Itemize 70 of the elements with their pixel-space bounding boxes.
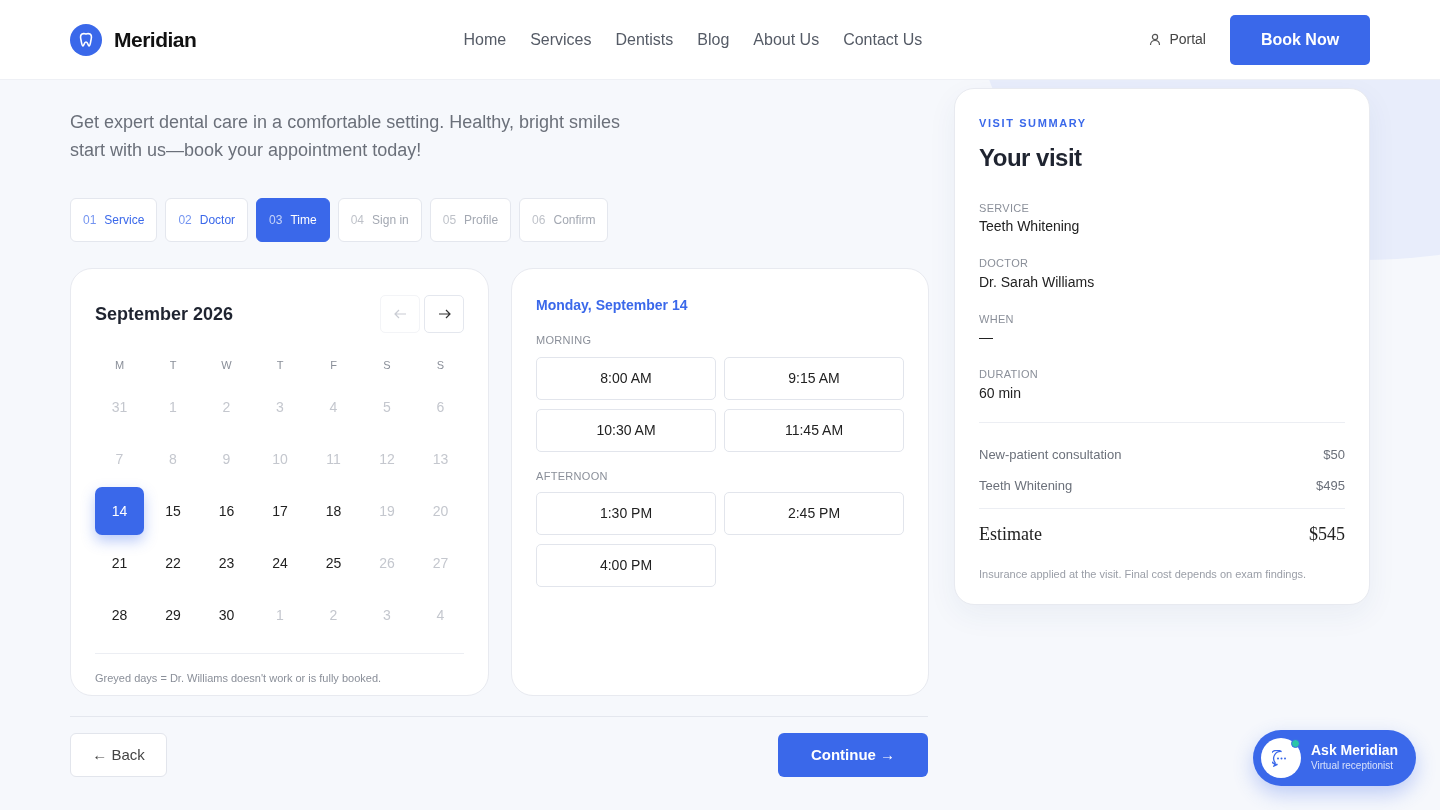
- time-slot-button[interactable]: 10:30 AM: [536, 408, 716, 452]
- time-slot-button[interactable]: 8:00 AM: [536, 356, 716, 400]
- nav-link[interactable]: About Us: [753, 27, 820, 52]
- field-value: Teeth Whitening: [979, 217, 1081, 236]
- time-slot-button[interactable]: 9:15 AM: [724, 356, 904, 400]
- arrow-right-icon: [437, 308, 451, 320]
- time-slot-button[interactable]: 11:45 AM: [724, 408, 904, 452]
- nav-link[interactable]: Blog: [697, 27, 730, 52]
- calendar-day[interactable]: 21: [95, 539, 144, 587]
- field-value: 60 min: [979, 383, 1023, 403]
- summary-title: Your visit: [979, 142, 1083, 173]
- tooth-icon: [77, 30, 95, 49]
- calendar-day[interactable]: 18: [309, 487, 358, 535]
- nav-link[interactable]: Dentists: [615, 27, 674, 52]
- step-tab[interactable]: 01 Service: [70, 198, 158, 242]
- estimate-amount: $545: [1309, 522, 1345, 546]
- summary-note: Insurance applied at the visit. Final cost depends on exam findings.: [979, 566, 1308, 582]
- selected-date: Monday, September 14: [536, 296, 689, 315]
- field-value: —: [979, 328, 994, 347]
- brand-name[interactable]: Meridian: [114, 23, 197, 56]
- line-item-label: New-patient consultation: [979, 445, 1122, 464]
- time-group-label: AFTERNOON: [536, 468, 609, 484]
- weekday-label: M: [113, 358, 126, 373]
- line-item-amount: $495: [1316, 477, 1345, 495]
- month-title: September 2026: [95, 302, 234, 326]
- calendar-day[interactable]: 17: [255, 487, 305, 535]
- chat-widget-button[interactable]: Ask Meridian Virtual receptionist: [1253, 730, 1416, 786]
- arrow-left-icon: [393, 308, 407, 320]
- calendar-day[interactable]: 14: [95, 487, 144, 535]
- calendar-day[interactable]: 28: [95, 591, 144, 639]
- time-slot-button[interactable]: 4:00 PM: [536, 544, 716, 587]
- field-label: DOCTOR: [979, 256, 1030, 271]
- step-tab[interactable]: 03 Time: [256, 198, 330, 242]
- field-value: Dr. Sarah Williams: [979, 272, 1096, 292]
- calendar-day[interactable]: 25: [309, 539, 358, 587]
- field-label: SERVICE: [979, 200, 1031, 216]
- weekday-label: S: [382, 358, 392, 373]
- estimate-label: Estimate: [979, 522, 1042, 546]
- time-group-label: MORNING: [536, 333, 593, 348]
- calendar-day[interactable]: 15: [148, 487, 198, 535]
- weekday-label: T: [168, 358, 178, 373]
- calendar-day[interactable]: 16: [202, 487, 251, 535]
- weekday-label: T: [275, 358, 285, 373]
- time-slot-button[interactable]: 1:30 PM: [536, 492, 716, 535]
- time-slot-button[interactable]: 2:45 PM: [724, 492, 904, 535]
- field-label: DURATION: [979, 367, 1040, 382]
- next-month-button[interactable]: [424, 295, 464, 333]
- summary-eyebrow: VISIT SUMMARY: [979, 116, 1088, 131]
- calendar-day[interactable]: 23: [202, 539, 251, 587]
- step-tab[interactable]: 02 Doctor: [165, 198, 249, 242]
- nav-link[interactable]: Home: [463, 27, 507, 52]
- nav-link[interactable]: Services: [530, 27, 592, 52]
- hero-subtitle: Get expert dental care in a comfortable setting. Healthy, bright smiles start with us—book your appointment today!: [70, 111, 621, 162]
- book-now-button[interactable]: Book Now: [1230, 14, 1370, 65]
- portal-link[interactable]: Portal: [1149, 29, 1206, 50]
- weekday-label: F: [329, 358, 338, 373]
- calendar-day[interactable]: 30: [202, 591, 251, 639]
- calendar-day[interactable]: 22: [148, 539, 198, 587]
- weekday-label: S: [435, 358, 446, 373]
- calendar-day[interactable]: 29: [148, 591, 198, 639]
- user-icon: [1149, 33, 1162, 46]
- field-label: WHEN: [979, 311, 1015, 327]
- nav-link[interactable]: Contact Us: [843, 27, 923, 52]
- continue-button[interactable]: Continue →: [778, 733, 928, 777]
- weekday-label: W: [220, 358, 233, 373]
- calendar-day[interactable]: 24: [255, 539, 305, 587]
- line-item-label: Teeth Whitening: [979, 477, 1073, 495]
- back-button[interactable]: ← Back: [70, 733, 167, 777]
- calendar-note: Greyed days = Dr. Williams doesn't work or is fully booked.: [95, 653, 464, 687]
- line-item-amount: $50: [1323, 445, 1345, 464]
